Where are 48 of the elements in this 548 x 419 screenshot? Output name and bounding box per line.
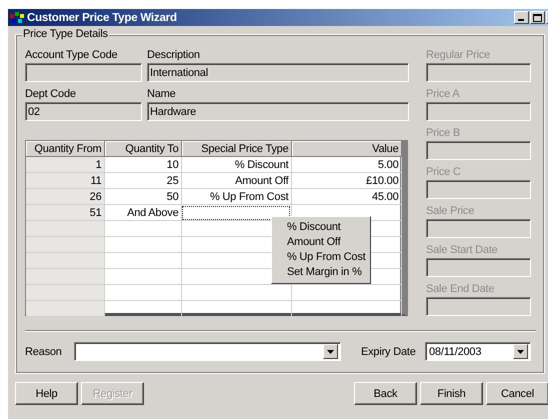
field-label: Regular Price [426, 48, 492, 63]
field-label: Price B [426, 126, 462, 141]
menu-item[interactable]: Amount Off [272, 235, 370, 250]
menu-item[interactable]: % Up From Cost [272, 250, 370, 265]
group-title: Price Type Details [22, 28, 109, 40]
table-cell: 50 [104, 188, 181, 204]
field-label: Sale End Date [426, 282, 496, 297]
table-cell: 51 [26, 204, 104, 220]
wizard-button[interactable]: Finish [420, 382, 483, 405]
field-label: Price A [426, 87, 460, 102]
table-cell: 5.00 [291, 156, 401, 172]
table-cell: % Up From Cost [181, 188, 291, 204]
table-row[interactable]: 11 25 Amount Off £10.00 [26, 172, 401, 188]
field-label: Description [147, 48, 201, 63]
menu-item[interactable]: % Discount [272, 220, 370, 235]
table-row[interactable]: 1 10 % Discount 5.00 [26, 156, 401, 172]
date-dropdown[interactable]: 08/11/2003 [425, 342, 531, 361]
table-cell: 26 [26, 188, 104, 204]
wizard-button[interactable]: Help [15, 382, 78, 405]
field-label: Price C [426, 165, 462, 180]
field-label: Sale Price [426, 204, 476, 219]
table-cell: 11 [26, 172, 104, 188]
field-label: Reason [25, 346, 63, 358]
field-label: Name [147, 87, 177, 102]
column-header[interactable]: Quantity From [26, 141, 104, 156]
column-header[interactable]: Special Price Type [181, 141, 291, 156]
table-cell: 25 [104, 172, 181, 188]
table-cell: 10 [104, 156, 181, 172]
text-field[interactable]: 02 [25, 102, 142, 121]
table-cell: £10.00 [291, 172, 401, 188]
table-cell: 45.00 [291, 188, 401, 204]
table-cell: 1 [26, 156, 104, 172]
wizard-button[interactable]: Cancel [486, 382, 548, 405]
table-cell: And Above [104, 204, 181, 220]
column-header[interactable]: Quantity To [104, 141, 181, 156]
text-field[interactable]: Hardware [147, 102, 409, 121]
window-title: Customer Price Type Wizard [27, 12, 178, 24]
column-header[interactable]: Value [291, 141, 401, 156]
table-row[interactable]: 26 50 % Up From Cost 45.00 [26, 188, 401, 204]
text-field[interactable]: International [147, 63, 409, 82]
field-label: Account Type Code [25, 48, 118, 63]
field-label: Dept Code [25, 87, 77, 102]
wizard-button[interactable]: Back [354, 382, 417, 405]
menu-item[interactable]: Set Margin in % [272, 265, 370, 280]
table-cell: Amount Off [181, 172, 291, 188]
field-label: Expiry Date [361, 346, 417, 358]
table-cell: % Discount [181, 156, 291, 172]
field-label: Sale Start Date [426, 243, 499, 258]
